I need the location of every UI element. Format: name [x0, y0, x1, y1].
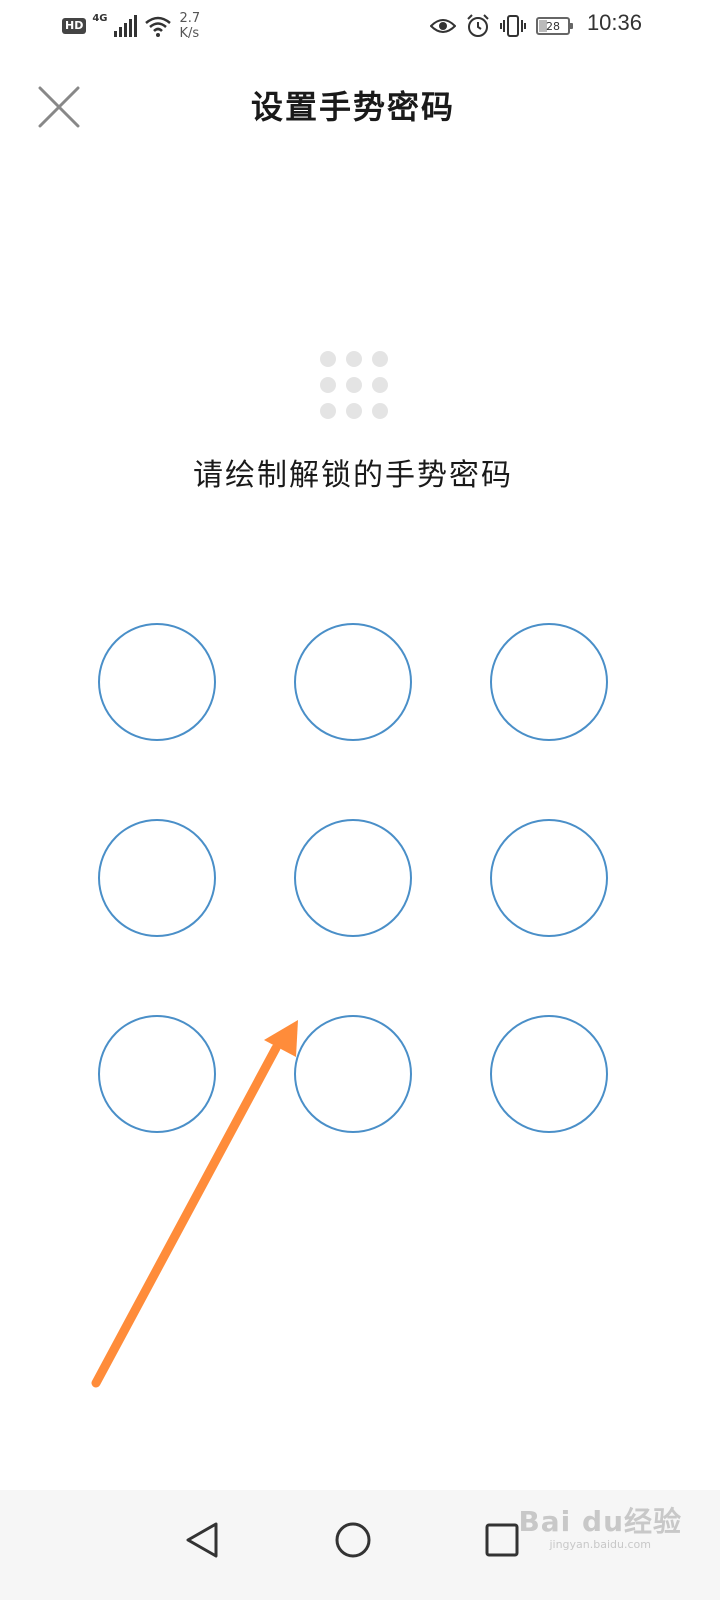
- status-time: 10:36: [586, 10, 642, 35]
- instruction-text: 请绘制解锁的手势密码: [193, 458, 513, 493]
- pattern-node-5[interactable]: [294, 819, 412, 937]
- back-triangle-icon: [186, 1522, 218, 1558]
- preview-dot: [372, 377, 388, 393]
- watermark: Bai du经验 jingyan.baidu.com: [518, 1500, 682, 1551]
- battery-icon: 28: [536, 17, 573, 35]
- hd-badge: HD: [62, 18, 87, 34]
- pattern-node-9[interactable]: [490, 1015, 608, 1133]
- status-left: HD 4G 2.7 K/s: [62, 8, 200, 44]
- pattern-node-4[interactable]: [98, 819, 216, 937]
- speed-value: 2.7: [179, 11, 201, 26]
- pattern-node-2[interactable]: [294, 623, 412, 741]
- preview-dot: [320, 403, 336, 419]
- alarm-icon: [467, 14, 489, 37]
- signal-icon: [113, 15, 137, 37]
- network-speed: 2.7 K/s: [180, 11, 201, 41]
- annotation-arrow: [91, 1020, 298, 1388]
- preview-dot: [346, 377, 362, 393]
- home-button[interactable]: [323, 1510, 383, 1570]
- pattern-node-1[interactable]: [98, 623, 216, 741]
- wifi-icon: [144, 16, 171, 37]
- speed-unit: K/s: [179, 26, 200, 41]
- back-button[interactable]: [172, 1510, 232, 1570]
- pattern-node-8[interactable]: [294, 1015, 412, 1133]
- pattern-preview: [320, 351, 388, 419]
- preview-dot: [372, 403, 388, 419]
- network-type: 4G: [92, 12, 108, 24]
- page-title: 设置手势密码: [250, 88, 455, 126]
- preview-dot: [320, 377, 336, 393]
- preview-dot: [346, 351, 362, 367]
- eye-icon: [430, 19, 456, 33]
- preview-dot: [320, 351, 336, 367]
- pattern-node-6[interactable]: [490, 819, 608, 937]
- vibrate-icon: [500, 15, 526, 37]
- home-circle-icon: [335, 1522, 371, 1558]
- status-bar: HD 4G 2.7 K/s 28 10:36: [0, 0, 720, 50]
- watermark-text: Bai du经验: [518, 1505, 682, 1538]
- preview-dot: [372, 351, 388, 367]
- pattern-node-3[interactable]: [490, 623, 608, 741]
- preview-dot: [346, 403, 362, 419]
- battery-level: 28: [546, 19, 560, 33]
- pattern-node-7[interactable]: [98, 1015, 216, 1133]
